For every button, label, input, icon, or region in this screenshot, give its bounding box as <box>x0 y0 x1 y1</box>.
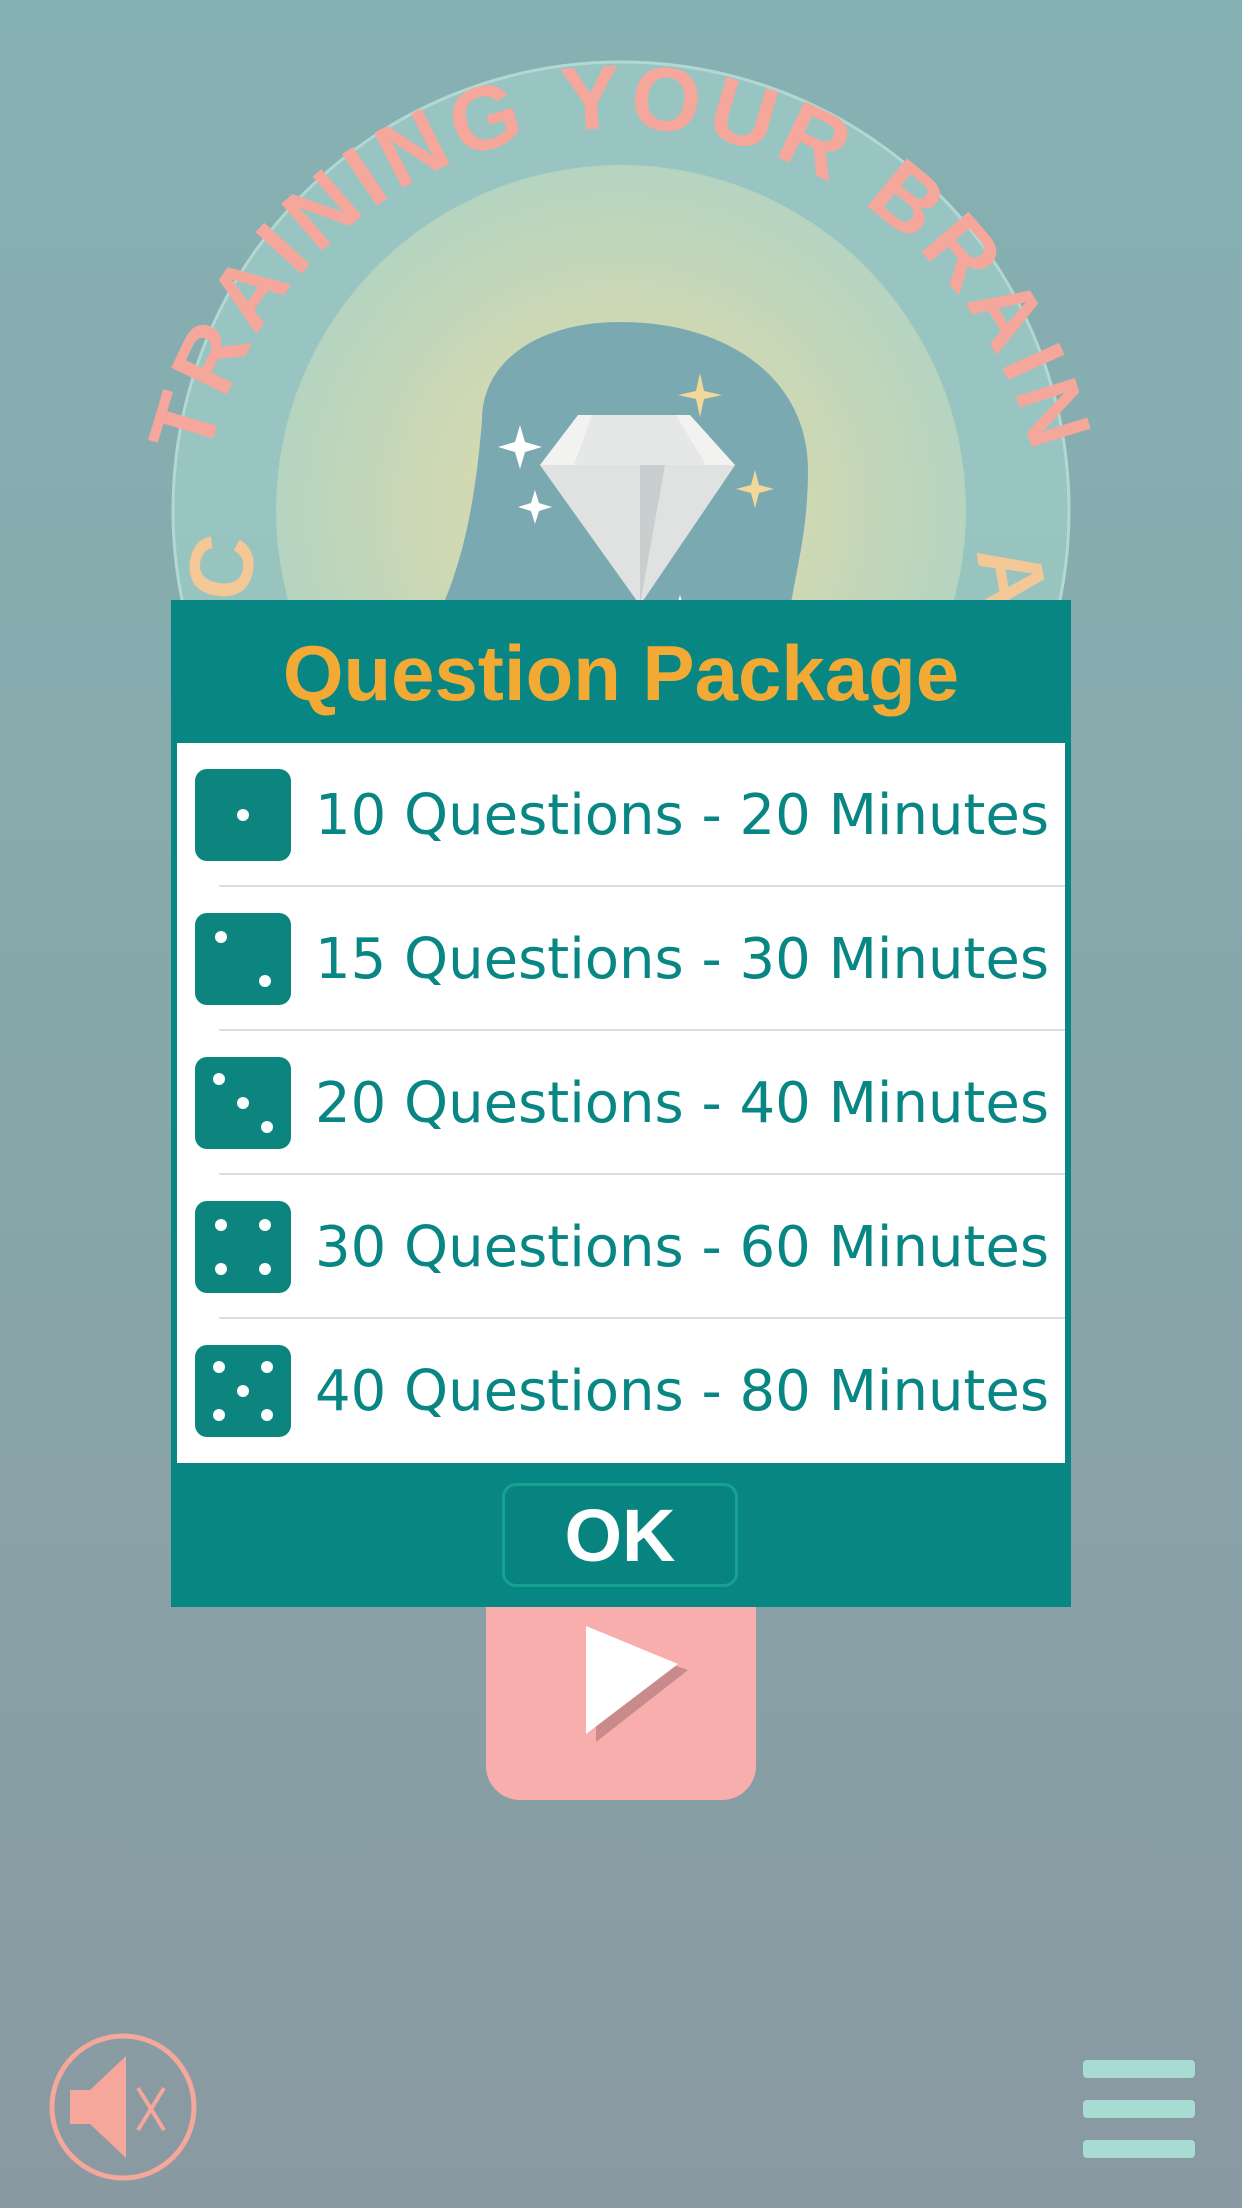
option-15-questions[interactable]: 15 Questions - 30 Minutes <box>177 887 1065 1031</box>
option-label: 40 Questions - 80 Minutes <box>315 1359 1050 1424</box>
ok-button[interactable]: OK <box>502 1483 738 1587</box>
sound-muted-icon <box>49 2033 197 2181</box>
dialog-title: Question Package <box>282 629 960 717</box>
die-one-icon <box>195 769 291 861</box>
option-label: 10 Questions - 20 Minutes <box>315 783 1050 848</box>
die-four-icon <box>195 1201 291 1293</box>
option-20-questions[interactable]: 20 Questions - 40 Minutes <box>177 1031 1065 1175</box>
logo-left-fragment: C <box>168 528 276 606</box>
option-label: 30 Questions - 60 Minutes <box>315 1215 1050 1280</box>
option-30-questions[interactable]: 30 Questions - 60 Minutes <box>177 1175 1065 1319</box>
menu-bar <box>1083 2140 1195 2158</box>
hamburger-menu-icon[interactable] <box>1083 2060 1195 2160</box>
menu-bar <box>1083 2100 1195 2118</box>
option-40-questions[interactable]: 40 Questions - 80 Minutes <box>177 1319 1065 1463</box>
question-package-dialog: Question Package 10 Questions - 20 Minut… <box>171 600 1071 1607</box>
options-list: 10 Questions - 20 Minutes 15 Questions -… <box>177 743 1065 1463</box>
option-label: 20 Questions - 40 Minutes <box>315 1071 1050 1136</box>
sound-toggle-button[interactable] <box>48 2032 198 2182</box>
option-label: 15 Questions - 30 Minutes <box>315 927 1050 992</box>
die-three-icon <box>195 1057 291 1149</box>
app-logo: TRAINING YOUR BRAIN C A <box>0 0 1242 620</box>
option-10-questions[interactable]: 10 Questions - 20 Minutes <box>177 743 1065 887</box>
die-five-icon <box>195 1345 291 1437</box>
menu-bar <box>1083 2060 1195 2078</box>
die-two-icon <box>195 913 291 1005</box>
